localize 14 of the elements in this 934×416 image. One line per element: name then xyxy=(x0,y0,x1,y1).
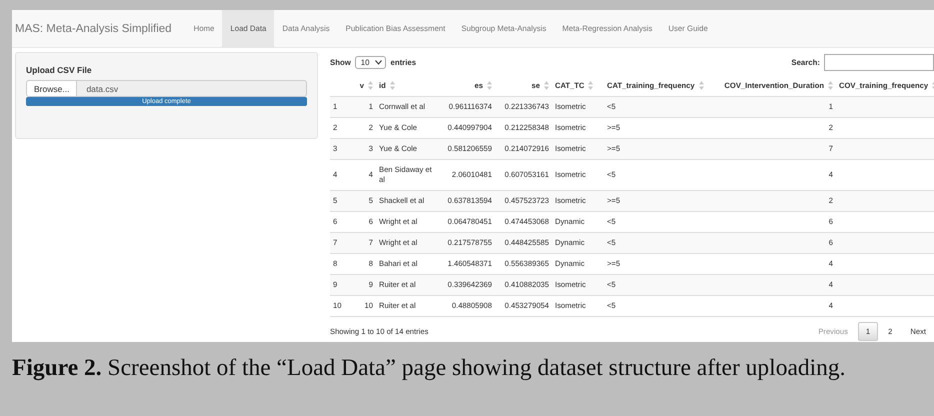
figure-caption: Figure 2. Screenshot of the “Load Data” page showing dataset structure after uploading. xyxy=(12,354,847,383)
app-title: MAS: Meta-Analysis Simplified xyxy=(14,22,173,34)
upload-label: Upload CSV File xyxy=(26,65,93,75)
sort-icon xyxy=(544,81,549,90)
search-field[interactable] xyxy=(824,54,934,70)
sort-icon xyxy=(588,81,594,90)
sort-icon xyxy=(828,81,833,90)
chevron-down-icon xyxy=(375,60,382,64)
sort-icon xyxy=(698,81,704,90)
file-name-field[interactable]: data.csv xyxy=(77,80,307,97)
browse-button[interactable]: Browse... xyxy=(26,80,78,97)
sort-icon xyxy=(487,81,492,90)
sort-icon xyxy=(368,81,373,90)
sort-icon xyxy=(390,81,395,90)
